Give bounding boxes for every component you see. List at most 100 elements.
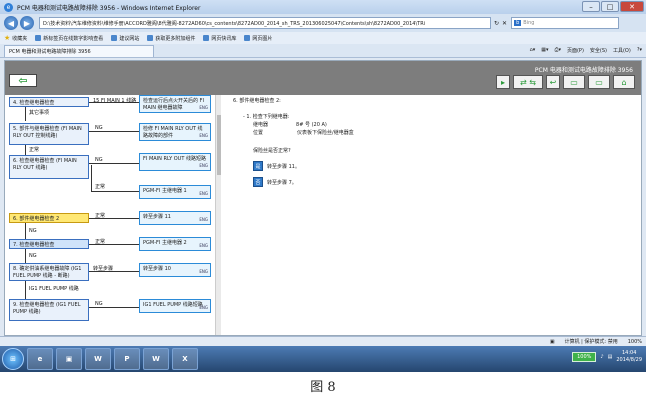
forward-nav-icon[interactable]: ▶: [20, 16, 34, 30]
excel-taskbar-icon[interactable]: X: [172, 348, 198, 370]
sync-button[interactable]: ⇄ ⇆: [513, 75, 543, 89]
fav-item[interactable]: 网页快讯库: [203, 35, 236, 42]
ie-taskbar-icon[interactable]: e: [27, 348, 53, 370]
result-text: PGM-FI 主继电器 2: [143, 240, 187, 246]
detail-subtitle: - 1. 检查下列继电器:: [243, 114, 290, 120]
expand-button[interactable]: ▸: [496, 75, 510, 89]
battery-indicator[interactable]: 100%: [572, 352, 597, 362]
result-tag: ENG: [199, 104, 208, 110]
network-icon[interactable]: ▤: [608, 354, 613, 360]
result-text: 检修 FI MAIN RLY OUT 线路故障的部件: [143, 126, 203, 139]
home-icon[interactable]: ⌂▾: [530, 47, 536, 54]
flow-result[interactable]: FI MAIN RLY OUT 线路短路 ENG: [139, 153, 211, 171]
fav-label: 新标签页在线数字影响查看: [43, 35, 104, 42]
help-icon[interactable]: ?▾: [637, 47, 642, 54]
flow-result[interactable]: 检修 FI MAIN RLY OUT 线路故障的部件 ENG: [139, 123, 211, 141]
flow-label: 正常: [95, 184, 106, 190]
powerpoint-taskbar-icon[interactable]: P: [114, 348, 140, 370]
clock[interactable]: 14:04 2014/8/29: [616, 350, 642, 364]
fav-item[interactable]: 建议网站: [111, 35, 139, 42]
scroll-thumb[interactable]: [217, 115, 221, 175]
print-icon[interactable]: ⎙▾: [554, 47, 561, 54]
explorer-taskbar-icon[interactable]: ▣: [56, 348, 82, 370]
result-tag: ENG: [199, 242, 208, 248]
tab-current[interactable]: PCM 电器和测试电路故障排除 3956: [4, 44, 154, 57]
flow-step[interactable]: 6. 检查继电器检查 (FI MAIN RLY OUT 线路): [9, 155, 89, 179]
back-nav-icon[interactable]: ◀: [4, 16, 18, 30]
flow-result[interactable]: IG1 FUEL PUMP 线路短路 ENG: [139, 299, 211, 313]
favorites-bar: ★ 收藏夹 新标签页在线数字影响查看 建议网站 获取更多附加组件 网页快讯库 网…: [0, 32, 646, 44]
print-button[interactable]: ⌂: [613, 75, 635, 89]
connector: [91, 165, 92, 191]
word2-taskbar-icon[interactable]: W: [143, 348, 169, 370]
fav-item[interactable]: 网页图片: [244, 35, 272, 42]
refresh-icon[interactable]: ↻: [494, 20, 499, 27]
favorites-button[interactable]: ★ 收藏夹: [4, 34, 27, 42]
answer-no[interactable]: 否 转至步骤 7。: [253, 177, 297, 187]
flow-result[interactable]: PGM-FI 主继电器 2 ENG: [139, 237, 211, 251]
safety-menu[interactable]: 安全(S): [590, 47, 607, 54]
connector: [25, 145, 26, 155]
address-tools: ↻ ✕: [494, 20, 507, 27]
flow-result[interactable]: 转至步骤 11 ENG: [139, 211, 211, 225]
volume-icon[interactable]: ♪: [600, 354, 603, 360]
yes-button[interactable]: 是: [253, 161, 263, 171]
flow-result[interactable]: PGM-FI 主继电器 1 ENG: [139, 185, 211, 199]
star-icon: ★: [4, 34, 11, 42]
app-header: ⇦ PCM 电器和测试电路故障排除 3956 ▸ ⇄ ⇆ ↩ ▭ ▭ ⌂: [5, 61, 641, 95]
search-input[interactable]: b Bing: [511, 17, 620, 29]
view1-button[interactable]: ▭: [563, 75, 585, 89]
result-tag: ENG: [199, 190, 208, 196]
fav-label: 获取更多附加组件: [155, 35, 196, 42]
result-tag: ENG: [199, 162, 208, 168]
flow-label: NG: [95, 125, 103, 131]
fav-label: 网页快讯库: [211, 35, 237, 42]
flow-step-current[interactable]: 6. 部件继电器检查 2: [9, 213, 89, 223]
word-taskbar-icon[interactable]: W: [85, 348, 111, 370]
flow-label: NG: [95, 157, 103, 163]
address-input[interactable]: D:\技术资料\汽车维修资料\维修手册\ACCORD雅阁\8代雅阁-8272AD…: [39, 17, 491, 29]
taskbar: ⊞ e ▣ W P W X 100% ♪ ▤ 14:04 2014/8/29: [0, 346, 646, 372]
connector: [25, 249, 26, 263]
stop-icon[interactable]: ✕: [502, 20, 507, 27]
flow-result[interactable]: 转至步骤 10 ENG: [139, 263, 211, 277]
back-button[interactable]: ⇦: [9, 74, 37, 87]
minimize-button[interactable]: –: [582, 1, 600, 12]
tools-menu[interactable]: 工具(O): [613, 47, 631, 54]
detail-value: 仪表板下保险丝/继电器盒: [297, 130, 354, 136]
close-button[interactable]: ✕: [620, 1, 644, 12]
app-toolbar: ▸ ⇄ ⇆ ↩ ▭ ▭ ⌂: [496, 75, 635, 89]
flow-step[interactable]: 9. 检查继电器检查 (IG1 FUEL PUMP 线路): [9, 299, 89, 321]
fav-item[interactable]: 新标签页在线数字影响查看: [35, 35, 103, 42]
doc-title: PCM 电器和测试电路故障排除 3956: [534, 67, 633, 74]
return-button[interactable]: ↩: [546, 75, 560, 89]
answer-yes[interactable]: 是 转至步骤 11。: [253, 161, 300, 171]
tab-bar: PCM 电器和测试电路故障排除 3956 ⌂▾ ▦▾ ⎙▾ 页面(P) 安全(S…: [0, 44, 646, 58]
answer-text: 转至步骤 7。: [267, 179, 297, 186]
fav-label: 建议网站: [119, 35, 140, 42]
zoom-level[interactable]: 100%: [628, 339, 642, 345]
flow-step[interactable]: 8. 确定供油系继电器故障 (IG1 FUEL PUMP 线路 - 断路): [9, 263, 89, 281]
connector: [89, 131, 139, 132]
feeds-icon[interactable]: ▦▾: [541, 47, 548, 54]
result-tag: ENG: [199, 216, 208, 222]
connector: [89, 307, 139, 308]
flow-step[interactable]: 5. 部件与继电器检查 (FI MAIN RLY OUT 控制线路): [9, 123, 89, 145]
result-tag: ENG: [199, 268, 208, 274]
fav-item[interactable]: 获取更多附加组件: [147, 35, 195, 42]
connector: [25, 107, 26, 121]
flow-step[interactable]: 4. 检查继电器检查: [9, 97, 89, 107]
start-button[interactable]: ⊞: [2, 348, 24, 370]
page-menu[interactable]: 页面(P): [567, 47, 584, 54]
flow-label: NG: [29, 253, 37, 259]
no-button[interactable]: 否: [253, 177, 263, 187]
flow-step[interactable]: 7. 检查继电器检查: [9, 239, 89, 249]
flow-result[interactable]: 检查运行后点火开关后的 FI MAIN 继电器故障 ENG: [139, 95, 211, 113]
result-text: IG1 FUEL PUMP 线路短路: [143, 302, 203, 308]
view2-button[interactable]: ▭: [588, 75, 610, 89]
flowchart-scrollbar[interactable]: [215, 95, 221, 335]
flow-label: 正常: [95, 239, 106, 245]
maximize-button[interactable]: □: [601, 1, 619, 12]
window-controls: – □ ✕: [582, 1, 644, 12]
detail-key: 继电器: [253, 122, 269, 128]
